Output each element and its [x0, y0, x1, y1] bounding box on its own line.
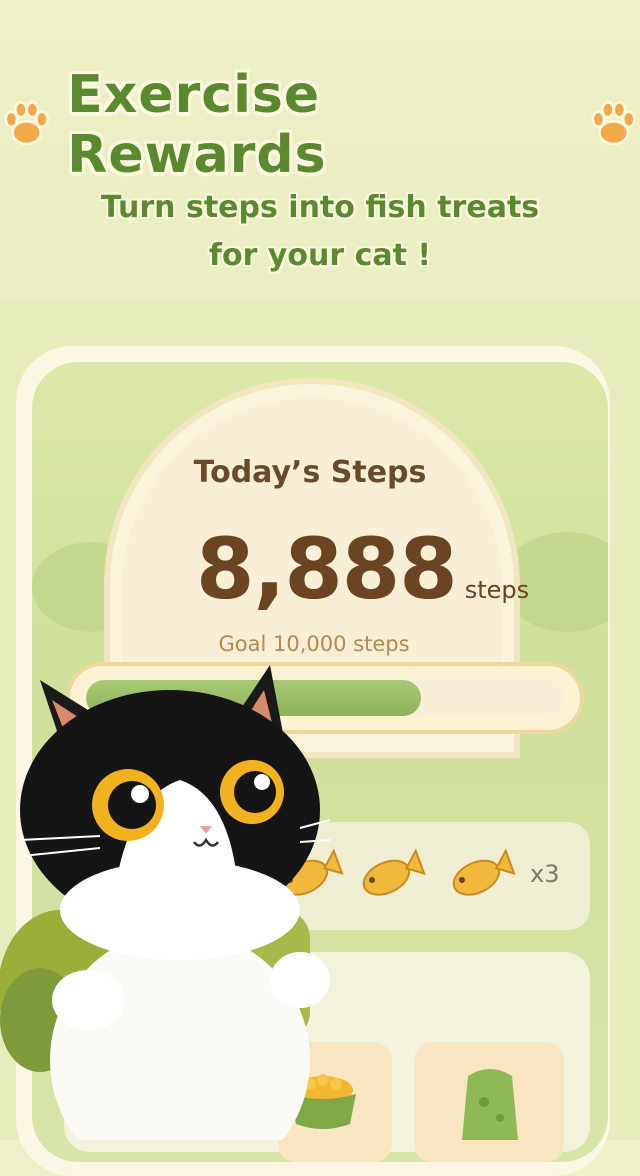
subtitle-line-1: Turn steps into fish treats [100, 190, 540, 225]
subtitle-line-2: for your cat ! [208, 238, 432, 273]
steps-counter: 8,888 steps [196, 520, 529, 620]
steps-unit: steps [464, 576, 530, 604]
paw-icon [591, 100, 636, 146]
header: Exercise Rewards [0, 65, 640, 185]
steps-value: 8,888 [196, 520, 458, 618]
fish-treat-icon [362, 848, 426, 896]
paw-icon [4, 100, 49, 146]
steps-label: Today’s Steps [193, 455, 427, 490]
cat-tree-icon [462, 1069, 518, 1140]
fish-treat-icon [452, 848, 516, 896]
steps-goal: Goal 10,000 steps [218, 632, 410, 656]
fish-count: x3 [530, 860, 560, 888]
page-title: Exercise Rewards [67, 65, 327, 185]
cat-mascot [0, 665, 331, 1140]
